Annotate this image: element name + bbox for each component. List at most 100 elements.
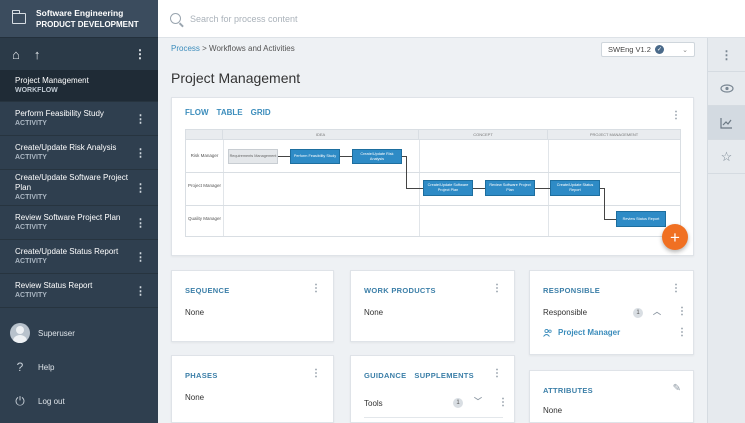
row-menu-icon[interactable]: ⋮	[498, 397, 508, 408]
card-menu-icon[interactable]: ⋮	[492, 283, 502, 294]
page-title: Project Management	[171, 70, 301, 86]
sidebar-item-review-plan[interactable]: Review Software Project Plan ACTIVITY ⋮	[0, 206, 158, 240]
row-menu-icon[interactable]: ⋮	[677, 306, 687, 317]
logout-label: Log out	[38, 396, 65, 406]
card-menu-icon[interactable]: ⋮	[311, 368, 321, 379]
count-badge: 1	[453, 398, 463, 408]
sidebar-menu-icon[interactable]: ⋮	[134, 47, 146, 61]
logout-link[interactable]: ⏻ Log out	[0, 384, 158, 418]
card-value: None	[543, 406, 563, 415]
view-tabs: FLOW TABLE GRID	[185, 108, 271, 117]
card-menu-icon[interactable]: ⋮	[671, 110, 681, 121]
star-icon[interactable]: ☆	[708, 140, 745, 174]
power-icon: ⏻	[15, 393, 25, 408]
process-subtitle: PRODUCT DEVELOPMENT	[36, 19, 139, 29]
sidebar-item-review-status[interactable]: Review Status Report ACTIVITY ⋮	[0, 274, 158, 308]
home-icon[interactable]: ⌂	[12, 47, 20, 62]
card-menu-icon[interactable]: ⋮	[671, 283, 681, 294]
sidebar-item-status-report[interactable]: Create/Update Status Report ACTIVITY ⋮	[0, 240, 158, 274]
diagram-node[interactable]: Review Status Report	[616, 211, 666, 227]
phase-header: IDEA	[223, 130, 419, 139]
card-menu-icon[interactable]: ⋮	[311, 283, 321, 294]
rail-menu-icon[interactable]: ⋮	[708, 38, 745, 72]
card-title: WORK PRODUCTS	[364, 286, 436, 295]
tab-grid[interactable]: GRID	[251, 108, 271, 117]
help-label: Help	[38, 362, 55, 372]
sidebar-item-risk-analysis[interactable]: Create/Update Risk Analysis ACTIVITY ⋮	[0, 136, 158, 170]
user-name: Superuser	[38, 328, 75, 338]
diagram-node[interactable]: Create/Update Status Report	[550, 180, 600, 196]
item-menu-icon[interactable]: ⋮	[135, 284, 146, 297]
diagram-node[interactable]: Create/Update Software Project Plan	[423, 180, 473, 196]
pencil-icon[interactable]: ✎	[673, 383, 681, 394]
card-value: None	[364, 308, 384, 317]
sidebar-item-feasibility[interactable]: Perform Feasibility Study ACTIVITY ⋮	[0, 102, 158, 136]
diagram-node[interactable]: Create/Update Risk Analysis	[352, 149, 402, 164]
chart-icon[interactable]	[708, 106, 745, 140]
item-menu-icon[interactable]: ⋮	[135, 146, 146, 159]
item-menu-icon[interactable]: ⋮	[135, 112, 146, 125]
sidebar-item-type: ACTIVITY	[15, 257, 47, 265]
tab-supplements[interactable]: SUPPLEMENTS	[414, 371, 474, 380]
card-title: SEQUENCE	[185, 286, 230, 295]
sidebar-item-label: Review Status Report	[15, 280, 93, 290]
lane-head-blank	[186, 130, 223, 139]
arrow-up-icon[interactable]: ↑	[34, 47, 41, 62]
right-rail: ⋮ ☆	[707, 38, 745, 423]
phase-header: CONCEPT	[419, 130, 548, 139]
sidebar-item-current[interactable]: Project Management WORKFLOW	[0, 70, 158, 102]
card-value: None	[185, 393, 205, 402]
chevron-down-icon[interactable]: ﹀	[474, 396, 482, 407]
search-icon	[170, 13, 181, 24]
sidebar-item-project-plan[interactable]: Create/Update Software Project Plan ACTI…	[0, 170, 158, 206]
search-input[interactable]	[190, 13, 490, 24]
item-menu-icon[interactable]: ⋮	[135, 181, 146, 194]
sidebar: Software Engineering PRODUCT DEVELOPMENT…	[0, 0, 158, 423]
process-diagram: IDEA CONCEPT PROJECT MANAGEMENT Risk Man…	[185, 129, 681, 237]
responsible-person[interactable]: Project Manager	[543, 328, 620, 337]
process-selector[interactable]: Software Engineering PRODUCT DEVELOPMENT	[0, 0, 158, 38]
sidebar-item-type: ACTIVITY	[15, 223, 47, 231]
sidebar-item-type: ACTIVITY	[15, 193, 47, 201]
sequence-card: SEQUENCE ⋮ None	[171, 270, 334, 342]
person-name: Project Manager	[558, 328, 621, 337]
sidebar-item-type: ACTIVITY	[15, 291, 47, 299]
responsible-card: RESPONSIBLE ⋮ Responsible 1 ︿ ⋮ Project …	[529, 270, 694, 355]
card-value: None	[185, 308, 205, 317]
process-title: Software Engineering	[36, 7, 124, 18]
diagram-node[interactable]: Perform Feasibility Study	[290, 149, 340, 164]
sidebar-item-label: Create/Update Risk Analysis	[15, 142, 117, 152]
help-icon: ?	[16, 360, 24, 374]
guidance-card: GUIDANCE SUPPLEMENTS ⋮ Tools 1 ﹀ ⋮	[350, 355, 515, 423]
row-menu-icon[interactable]: ⋮	[677, 327, 687, 338]
count-badge: 1	[633, 308, 643, 318]
diagram-node[interactable]: Review Software Project Plan	[485, 180, 535, 196]
user-menu[interactable]: Superuser	[0, 316, 158, 350]
card-tabs: GUIDANCE SUPPLEMENTS	[364, 371, 474, 380]
breadcrumb-root[interactable]: Process	[171, 44, 200, 53]
card-menu-icon[interactable]: ⋮	[492, 368, 502, 379]
tab-flow[interactable]: FLOW	[185, 108, 209, 117]
help-link[interactable]: ? Help	[0, 350, 158, 384]
item-menu-icon[interactable]: ⋮	[135, 216, 146, 229]
sidebar-item-label: Create/Update Software Project Plan	[15, 172, 128, 192]
check-icon: ✓	[654, 45, 664, 54]
avatar	[10, 323, 30, 343]
item-menu-icon[interactable]: ⋮	[135, 250, 146, 263]
header	[158, 0, 745, 38]
version-select[interactable]: SWEng V1.2 ✓ ⌄	[601, 42, 695, 57]
guidance-row-label: Tools	[364, 399, 383, 408]
sidebar-item-type: ACTIVITY	[15, 153, 47, 161]
diagram-node[interactable]: Requirements Management	[228, 149, 278, 164]
chevron-up-icon[interactable]: ︿	[653, 306, 661, 317]
person-icon	[543, 328, 552, 337]
folder-icon	[11, 10, 26, 24]
flow-card: FLOW TABLE GRID ⋮ IDEA CONCEPT PROJECT M…	[171, 97, 694, 256]
phases-card: PHASES ⋮ None	[171, 355, 334, 423]
tab-guidance[interactable]: GUIDANCE	[364, 371, 406, 380]
sidebar-item-type: WORKFLOW	[15, 86, 58, 94]
card-title: RESPONSIBLE	[543, 286, 601, 295]
tab-table[interactable]: TABLE	[217, 108, 243, 117]
add-button[interactable]: +	[662, 224, 688, 250]
eye-icon[interactable]	[708, 72, 745, 106]
